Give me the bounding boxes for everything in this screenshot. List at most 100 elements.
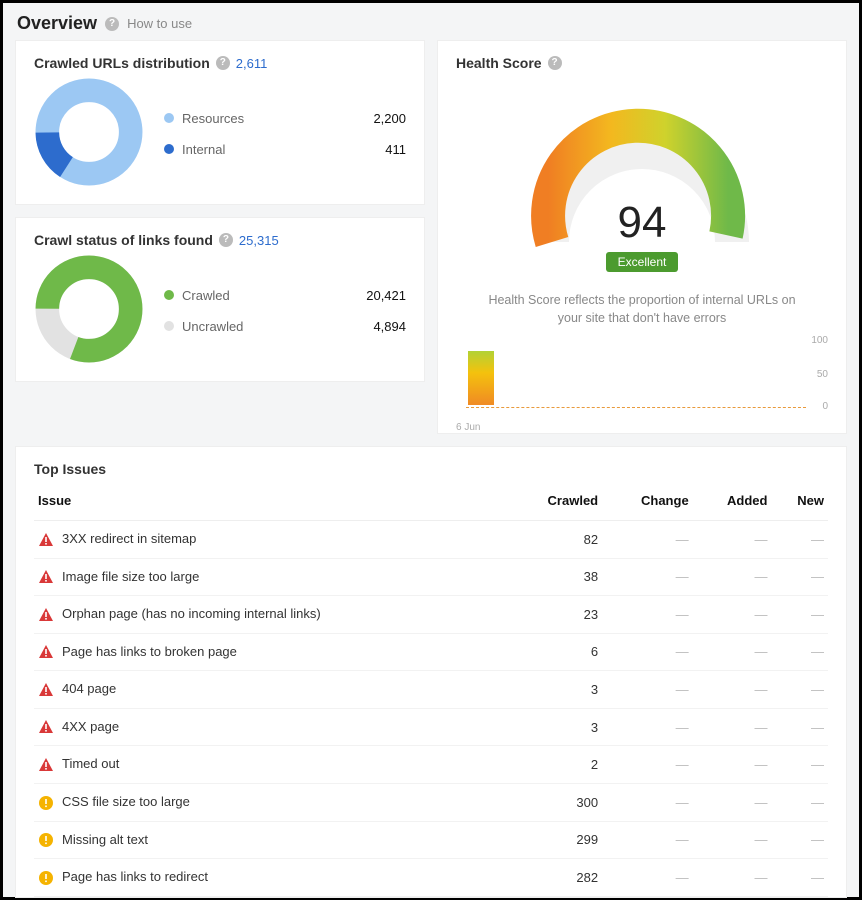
change-cell: — xyxy=(602,521,693,559)
new-cell: — xyxy=(771,558,828,596)
swatch-icon xyxy=(164,321,174,331)
error-triangle-icon xyxy=(38,757,54,773)
warning-circle-icon xyxy=(38,870,54,886)
swatch-icon xyxy=(164,113,174,123)
new-cell: — xyxy=(771,746,828,784)
table-row[interactable]: Image file size too large38——— xyxy=(34,558,828,596)
table-row[interactable]: 4XX page3——— xyxy=(34,708,828,746)
error-triangle-icon xyxy=(38,532,54,548)
error-triangle-icon xyxy=(38,607,54,623)
issue-cell: Orphan page (has no incoming internal li… xyxy=(34,596,507,634)
table-row[interactable]: CSS file size too large300——— xyxy=(34,783,828,821)
table-row[interactable]: Page has links to broken page6——— xyxy=(34,633,828,671)
health-score-description: Health Score reflects the proportion of … xyxy=(480,292,804,327)
crawled-cell: 299 xyxy=(507,821,602,859)
added-cell: — xyxy=(693,821,772,859)
health-score-gauge: 94 Excellent xyxy=(512,87,772,272)
y-tick-label: 100 xyxy=(811,335,828,346)
col-issue[interactable]: Issue xyxy=(34,483,507,521)
legend-value: 2,200 xyxy=(373,111,406,126)
issue-cell: 4XX page xyxy=(34,708,507,746)
help-icon[interactable]: ? xyxy=(216,56,230,70)
new-cell: — xyxy=(771,783,828,821)
col-new[interactable]: New xyxy=(771,483,828,521)
crawl-status-title-row: Crawl status of links found ? 25,315 xyxy=(34,232,406,248)
issue-link[interactable]: Timed out xyxy=(62,756,119,771)
change-cell: — xyxy=(602,633,693,671)
change-cell: — xyxy=(602,821,693,859)
issue-link[interactable]: 404 page xyxy=(62,681,116,696)
added-cell: — xyxy=(693,859,772,897)
added-cell: — xyxy=(693,558,772,596)
trend-bar xyxy=(468,351,494,405)
table-row[interactable]: Timed out2——— xyxy=(34,746,828,784)
table-row[interactable]: Missing alt text299——— xyxy=(34,821,828,859)
added-cell: — xyxy=(693,633,772,671)
how-to-use-link[interactable]: How to use xyxy=(127,16,192,31)
issue-cell: 404 page xyxy=(34,671,507,709)
crawled-cell: 82 xyxy=(507,521,602,559)
issue-link[interactable]: Missing alt text xyxy=(62,832,148,847)
help-icon[interactable]: ? xyxy=(105,17,119,31)
issue-link[interactable]: CSS file size too large xyxy=(62,794,190,809)
health-score-title: Health Score xyxy=(456,55,542,71)
legend-item-resources[interactable]: Resources 2,200 xyxy=(164,103,406,134)
crawl-status-donut xyxy=(34,254,154,367)
crawled-cell: 38 xyxy=(507,558,602,596)
help-icon[interactable]: ? xyxy=(548,56,562,70)
swatch-icon xyxy=(164,290,174,300)
crawled-cell: 3 xyxy=(507,671,602,709)
crawled-urls-body: Resources 2,200 Internal 411 xyxy=(34,77,406,190)
legend-item-internal[interactable]: Internal 411 xyxy=(164,134,406,165)
table-row[interactable]: 3XX redirect in sitemap82——— xyxy=(34,521,828,559)
col-added[interactable]: Added xyxy=(693,483,772,521)
crawled-urls-total-link[interactable]: 2,611 xyxy=(236,56,268,71)
crawled-urls-title-row: Crawled URLs distribution ? 2,611 xyxy=(34,55,406,71)
change-cell: — xyxy=(602,859,693,897)
col-change[interactable]: Change xyxy=(602,483,693,521)
crawl-status-body: Crawled 20,421 Uncrawled 4,894 xyxy=(34,254,406,367)
issue-link[interactable]: Page has links to broken page xyxy=(62,644,237,659)
legend-label: Resources xyxy=(182,111,365,126)
legend-item-crawled[interactable]: Crawled 20,421 xyxy=(164,280,406,311)
x-tick-label: 6 Jun xyxy=(456,422,480,433)
issue-cell: Page has links to broken page xyxy=(34,633,507,671)
crawled-urls-donut xyxy=(34,77,154,190)
new-cell: — xyxy=(771,596,828,634)
error-triangle-icon xyxy=(38,569,54,585)
table-row[interactable]: 404 page3——— xyxy=(34,671,828,709)
table-header-row: Issue Crawled Change Added New xyxy=(34,483,828,521)
added-cell: — xyxy=(693,783,772,821)
help-icon[interactable]: ? xyxy=(219,233,233,247)
col-crawled[interactable]: Crawled xyxy=(507,483,602,521)
issue-link[interactable]: Page has links to redirect xyxy=(62,869,208,884)
new-cell: — xyxy=(771,708,828,746)
crawled-cell: 23 xyxy=(507,596,602,634)
change-cell: — xyxy=(602,746,693,784)
legend-item-uncrawled[interactable]: Uncrawled 4,894 xyxy=(164,311,406,342)
legend-value: 20,421 xyxy=(366,288,406,303)
crawled-cell: 6 xyxy=(507,633,602,671)
top-issues-title: Top Issues xyxy=(34,461,828,477)
change-cell: — xyxy=(602,671,693,709)
overview-grid: Crawled URLs distribution ? 2,611 Resour… xyxy=(3,40,859,446)
added-cell: — xyxy=(693,746,772,784)
issue-link[interactable]: Image file size too large xyxy=(62,569,199,584)
y-tick-label: 50 xyxy=(817,369,828,380)
added-cell: — xyxy=(693,708,772,746)
issue-link[interactable]: Orphan page (has no incoming internal li… xyxy=(62,606,321,621)
issue-link[interactable]: 4XX page xyxy=(62,719,119,734)
issue-cell: Timed out xyxy=(34,746,507,784)
change-cell: — xyxy=(602,783,693,821)
crawl-status-total-link[interactable]: 25,315 xyxy=(239,233,279,248)
crawl-status-legend: Crawled 20,421 Uncrawled 4,894 xyxy=(164,280,406,342)
donut-chart-icon xyxy=(34,254,144,364)
issue-cell: Page has links to redirect xyxy=(34,859,507,897)
crawled-urls-legend: Resources 2,200 Internal 411 xyxy=(164,103,406,165)
issue-link[interactable]: 3XX redirect in sitemap xyxy=(62,531,196,546)
error-triangle-icon xyxy=(38,682,54,698)
table-row[interactable]: Orphan page (has no incoming internal li… xyxy=(34,596,828,634)
health-score-badge: Excellent xyxy=(606,252,679,272)
crawled-cell: 282 xyxy=(507,859,602,897)
table-row[interactable]: Page has links to redirect282——— xyxy=(34,859,828,897)
